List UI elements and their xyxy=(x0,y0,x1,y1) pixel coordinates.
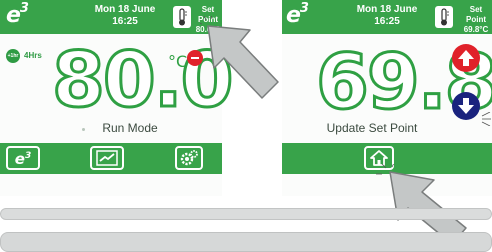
pointer-arrow-icon xyxy=(200,16,279,99)
setpoint-readout: Set Point 69.8°C xyxy=(460,5,492,35)
device-rail-lower xyxy=(0,232,492,252)
temperature-unit: °C xyxy=(168,52,188,71)
date-label: Mon 18 June xyxy=(356,4,418,15)
thermometer-icon xyxy=(435,6,453,28)
e3-logo: e3 xyxy=(6,1,29,28)
e3-home-button[interactable]: e3 xyxy=(6,146,40,170)
arrow-up-icon xyxy=(458,50,474,66)
time-label: 16:25 xyxy=(112,16,138,27)
date-time: Mon 18 June 16:25 xyxy=(342,4,432,28)
boost-duration-label: 4Hrs xyxy=(24,51,42,60)
graph-button[interactable] xyxy=(90,146,124,170)
setpoint-value: 69.8°C xyxy=(463,25,489,34)
tap-sparkle-icon xyxy=(481,112,491,126)
gear-icon xyxy=(180,150,198,166)
boost-badge[interactable]: +1hr xyxy=(6,49,20,63)
decrease-setpoint-button[interactable] xyxy=(452,92,480,120)
status-bar: e3 Mon 18 June 16:25 Set Point 80.0°C xyxy=(0,0,222,34)
settings-button[interactable] xyxy=(175,146,203,170)
bottom-nav: e3 xyxy=(0,143,222,174)
increase-setpoint-button[interactable] xyxy=(452,44,480,72)
controller-screen-run-mode: e3 Mon 18 June 16:25 Set Point 80.0°C +1… xyxy=(0,0,235,196)
arrow-down-icon xyxy=(458,98,474,114)
time-label: 16:25 xyxy=(374,16,400,27)
page-dot xyxy=(82,128,85,131)
setpoint-label: Set Point xyxy=(466,5,486,24)
minus-icon xyxy=(191,57,199,59)
status-bar: e3 Mon 18 June 16:25 Set Point 69.8°C xyxy=(282,0,492,34)
mode-label: Run Mode xyxy=(102,121,158,135)
date-time: Mon 18 June 16:25 xyxy=(80,4,170,28)
e3-icon: e3 xyxy=(14,150,32,168)
mode-label: Update Set Point xyxy=(326,121,418,135)
device-rail-upper xyxy=(0,208,492,220)
date-label: Mon 18 June xyxy=(94,4,156,15)
graph-icon xyxy=(96,150,118,166)
e3-logo: e3 xyxy=(286,1,309,28)
thermometer-icon xyxy=(173,6,191,28)
